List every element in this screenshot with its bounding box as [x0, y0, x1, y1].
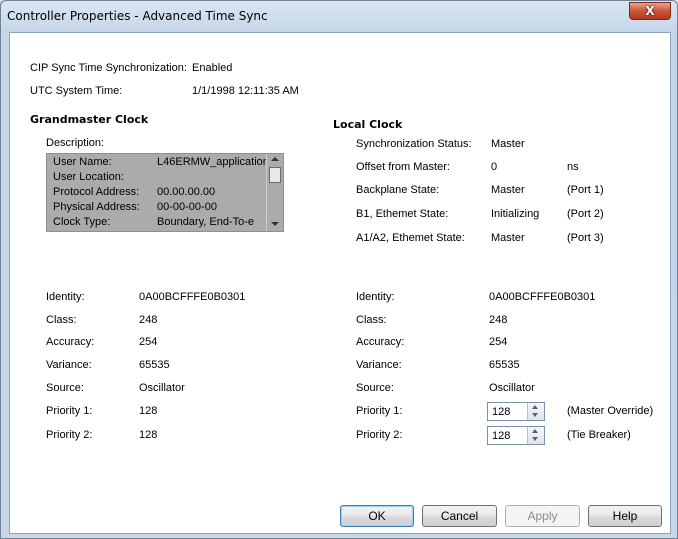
gm-priority2-label: Priority 2:: [46, 429, 93, 441]
grandmaster-heading: Grandmaster Clock: [30, 113, 149, 126]
sync-status-label: Synchronization Status:: [356, 138, 472, 150]
window-title: Controller Properties - Advanced Time Sy…: [7, 9, 268, 23]
local-variance-value: 65535: [489, 359, 520, 371]
scroll-down-icon[interactable]: [271, 222, 279, 226]
list-item: Protocol Address: 00.00.00.00: [53, 186, 216, 198]
b1-ethernet-value: Initializing: [491, 208, 540, 220]
backplane-value: Master: [491, 184, 525, 196]
local-source-value: Oscillator: [489, 382, 535, 394]
spin-down-icon[interactable]: [532, 413, 538, 417]
gm-priority2-value: 128: [139, 429, 158, 441]
priority2-spin-buttons[interactable]: [527, 427, 544, 444]
gm-variance-value: 65535: [139, 359, 170, 371]
list-item: Clock Type: Boundary, End-To-e: [53, 216, 255, 228]
description-label: Description:: [46, 137, 105, 149]
gm-identity-label: Identity:: [46, 291, 85, 303]
dialog-client-area: [9, 32, 671, 534]
list-item: User Name: L46ERMW_application: [53, 156, 269, 168]
priority1-spin-buttons[interactable]: [527, 403, 544, 420]
local-source-label: Source:: [356, 382, 394, 394]
priority2-note: (Tie Breaker): [567, 429, 631, 441]
cancel-button[interactable]: Cancel: [422, 505, 497, 527]
local-identity-value: 0A00BCFFFE0B0301: [489, 291, 596, 303]
offset-value: 0: [491, 161, 498, 173]
gm-identity-value: 0A00BCFFFE0B0301: [139, 291, 246, 303]
scroll-up-icon[interactable]: [271, 157, 279, 161]
gm-accuracy-label: Accuracy:: [46, 336, 95, 348]
local-priority2-label: Priority 2:: [356, 429, 403, 441]
gm-priority1-label: Priority 1:: [46, 405, 93, 417]
sync-status-value: Master: [491, 138, 525, 150]
local-priority1-label: Priority 1:: [356, 405, 403, 417]
list-item: Physical Address: 00-00-00-00: [53, 201, 217, 213]
b1-ethernet-port: (Port 2): [567, 208, 604, 220]
gm-class-label: Class:: [46, 314, 77, 326]
priority1-note: (Master Override): [567, 405, 654, 417]
advanced-time-sync-dialog: Controller Properties - Advanced Time Sy…: [0, 0, 678, 539]
close-icon: X: [645, 4, 655, 18]
ok-button[interactable]: OK: [340, 505, 414, 527]
spin-up-icon[interactable]: [532, 405, 538, 409]
b1-ethernet-label: B1, Ethemet State:: [356, 208, 449, 220]
local-class-value: 248: [489, 314, 508, 326]
a1a2-ethernet-port: (Port 3): [567, 232, 604, 244]
backplane-label: Backplane State:: [356, 184, 440, 196]
gm-source-label: Source:: [46, 382, 84, 394]
offset-unit: ns: [567, 161, 579, 173]
a1a2-ethernet-label: A1/A2, Ethemet State:: [356, 232, 465, 244]
gm-class-value: 248: [139, 314, 158, 326]
close-button[interactable]: X: [629, 2, 671, 20]
local-accuracy-value: 254: [489, 336, 508, 348]
description-listbox[interactable]: User Name: L46ERMW_application User Locat…: [46, 153, 284, 232]
local-identity-label: Identity:: [356, 291, 395, 303]
help-button[interactable]: Help: [588, 505, 662, 527]
spin-down-icon[interactable]: [532, 437, 538, 441]
priority2-input[interactable]: 128: [492, 430, 510, 442]
local-clock-heading: Local Clock: [333, 118, 403, 131]
gm-priority1-value: 128: [139, 405, 158, 417]
a1a2-ethernet-value: Master: [491, 232, 525, 244]
local-variance-label: Variance:: [356, 359, 402, 371]
utc-time-label: UTC System Time:: [30, 85, 123, 97]
spin-up-icon[interactable]: [532, 429, 538, 433]
utc-time-value: 1/1/1998 12:11:35 AM: [192, 85, 299, 97]
backplane-port: (Port 1): [567, 184, 604, 196]
listbox-scrollbar[interactable]: [266, 154, 283, 231]
apply-button[interactable]: Apply: [505, 505, 580, 527]
gm-accuracy-value: 254: [139, 336, 158, 348]
local-accuracy-label: Accuracy:: [356, 336, 405, 348]
priority1-spinbox[interactable]: 128: [487, 402, 545, 421]
priority2-spinbox[interactable]: 128: [487, 426, 545, 445]
gm-source-value: Oscillator: [139, 382, 185, 394]
priority1-input[interactable]: 128: [492, 406, 510, 418]
gm-variance-label: Variance:: [46, 359, 92, 371]
local-class-label: Class:: [356, 314, 387, 326]
title-bar[interactable]: Controller Properties - Advanced Time Sy…: [1, 1, 677, 31]
list-item: User Location:: [53, 171, 124, 183]
scroll-thumb[interactable]: [269, 167, 281, 183]
cip-sync-label: CIP Sync Time Synchronization:: [30, 62, 187, 74]
cip-sync-value: Enabled: [192, 62, 233, 74]
offset-label: Offset from Master:: [356, 161, 450, 173]
